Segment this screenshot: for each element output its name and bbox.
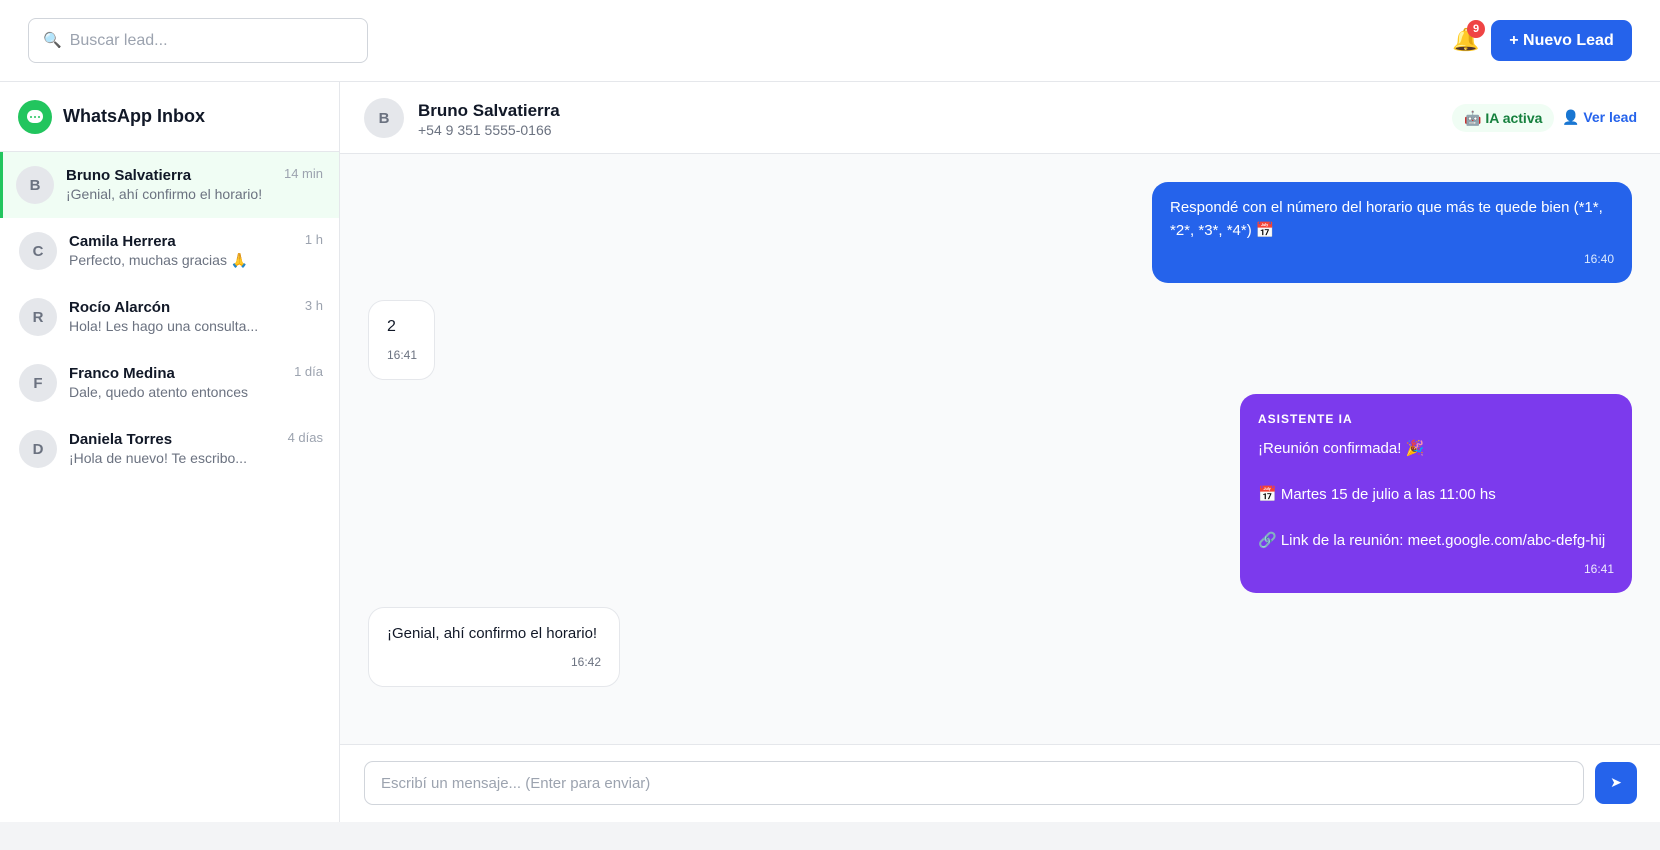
message-text-line: *2*, *3*, *4*) 📅 (1170, 222, 1275, 239)
notification-badge: 9 (1467, 20, 1485, 38)
search-box[interactable]: 🔍 (28, 18, 368, 63)
avatar: B (16, 166, 54, 204)
message-text: 2 (387, 318, 396, 335)
ia-status-badge[interactable]: 🤖 IA activa (1452, 104, 1555, 132)
conversation-name: Camila Herrera (69, 233, 176, 250)
conversation-name: Franco Medina (69, 365, 175, 382)
contact-phone: +54 9 351 5555-0166 (418, 122, 552, 138)
message-time: 16:41 (1583, 562, 1614, 576)
message-time: 16:41 (387, 348, 418, 362)
conversation-name: Rocío Alarcón (69, 299, 171, 316)
message-text-line: ¡Reunión confirmada! 🎉 (1258, 440, 1425, 457)
conversation-preview: Perfecto, muchas gracias 🙏 (69, 252, 249, 268)
message-text: ¡Genial, ahí confirmo el horario! (387, 625, 598, 642)
conversation-name: Bruno Salvatierra (66, 167, 192, 184)
message-text-line: 🔗 Link de la reunión: meet.google.com/ab… (1258, 532, 1606, 549)
conversation-item[interactable]: C Camila Herrera Perfecto, muchas gracia… (0, 218, 339, 284)
conversation-preview: ¡Genial, ahí confirmo el horario! (66, 186, 263, 202)
send-button[interactable]: ➤ (1595, 762, 1637, 804)
conversation-item[interactable]: B Bruno Salvatierra ¡Genial, ahí confirm… (0, 152, 339, 218)
contact-name: Bruno Salvatierra (418, 101, 560, 120)
conversation-time: 3 h (304, 298, 323, 313)
conversation-preview: ¡Hola de nuevo! Te escribo... (69, 450, 247, 466)
view-lead-link[interactable]: 👤 Ver lead (1562, 109, 1637, 126)
message-time: 16:40 (1583, 252, 1614, 266)
top-bar: 🔍 🔔 9 + Nuevo Lead (0, 0, 1660, 82)
search-input[interactable] (69, 31, 340, 50)
message-text-line: 📅 Martes 15 de julio a las 11:00 hs (1258, 486, 1496, 503)
sidebar: WhatsApp Inbox B Bruno Salvatierra ¡Geni… (0, 82, 340, 822)
conversation-preview: Hola! Les hago una consulta... (69, 318, 259, 334)
new-lead-button[interactable]: + Nuevo Lead (1491, 20, 1632, 61)
avatar: D (19, 430, 57, 468)
sidebar-title: WhatsApp Inbox (63, 106, 205, 126)
message-composer: ➤ (340, 744, 1660, 822)
conversation-time: 1 h (304, 232, 323, 247)
conversation-time: 14 min (283, 166, 323, 181)
avatar: R (19, 298, 57, 336)
message-outgoing: Respondé con el número del horario que m… (1152, 182, 1632, 283)
avatar: F (19, 364, 57, 402)
conversation-preview: Dale, quedo atento entonces (69, 384, 249, 400)
message-text-line: Respondé con el número del horario que m… (1170, 199, 1603, 216)
sidebar-header: WhatsApp Inbox (0, 82, 339, 152)
conversation-item[interactable]: R Rocío Alarcón Hola! Les hago una consu… (0, 284, 339, 350)
message-input[interactable] (364, 761, 1584, 805)
message-incoming: 2 16:41 (368, 300, 435, 380)
ai-assistant-label: ASISTENTE IA (1258, 412, 1353, 426)
contact-avatar: B (364, 98, 404, 138)
conversation-item[interactable]: D Daniela Torres ¡Hola de nuevo! Te escr… (0, 416, 339, 482)
search-icon: 🔍 (43, 32, 62, 49)
conversation-time: 4 días (287, 430, 323, 445)
chat-panel: B Bruno Salvatierra +54 9 351 5555-0166 … (340, 82, 1660, 822)
message-ai: ASISTENTE IA ¡Reunión confirmada! 🎉 📅 Ma… (1240, 394, 1632, 593)
conversation-name: Daniela Torres (69, 431, 173, 448)
chat-header: B Bruno Salvatierra +54 9 351 5555-0166 … (340, 82, 1660, 154)
whatsapp-chat-icon (18, 99, 52, 134)
message-time: 16:42 (570, 655, 601, 669)
avatar: C (19, 232, 57, 270)
conversation-item[interactable]: F Franco Medina Dale, quedo atento enton… (0, 350, 339, 416)
conversation-time: 1 día (294, 364, 323, 379)
message-incoming: ¡Genial, ahí confirmo el horario! 16:42 (368, 607, 620, 687)
message-list: Respondé con el número del horario que m… (340, 154, 1660, 744)
